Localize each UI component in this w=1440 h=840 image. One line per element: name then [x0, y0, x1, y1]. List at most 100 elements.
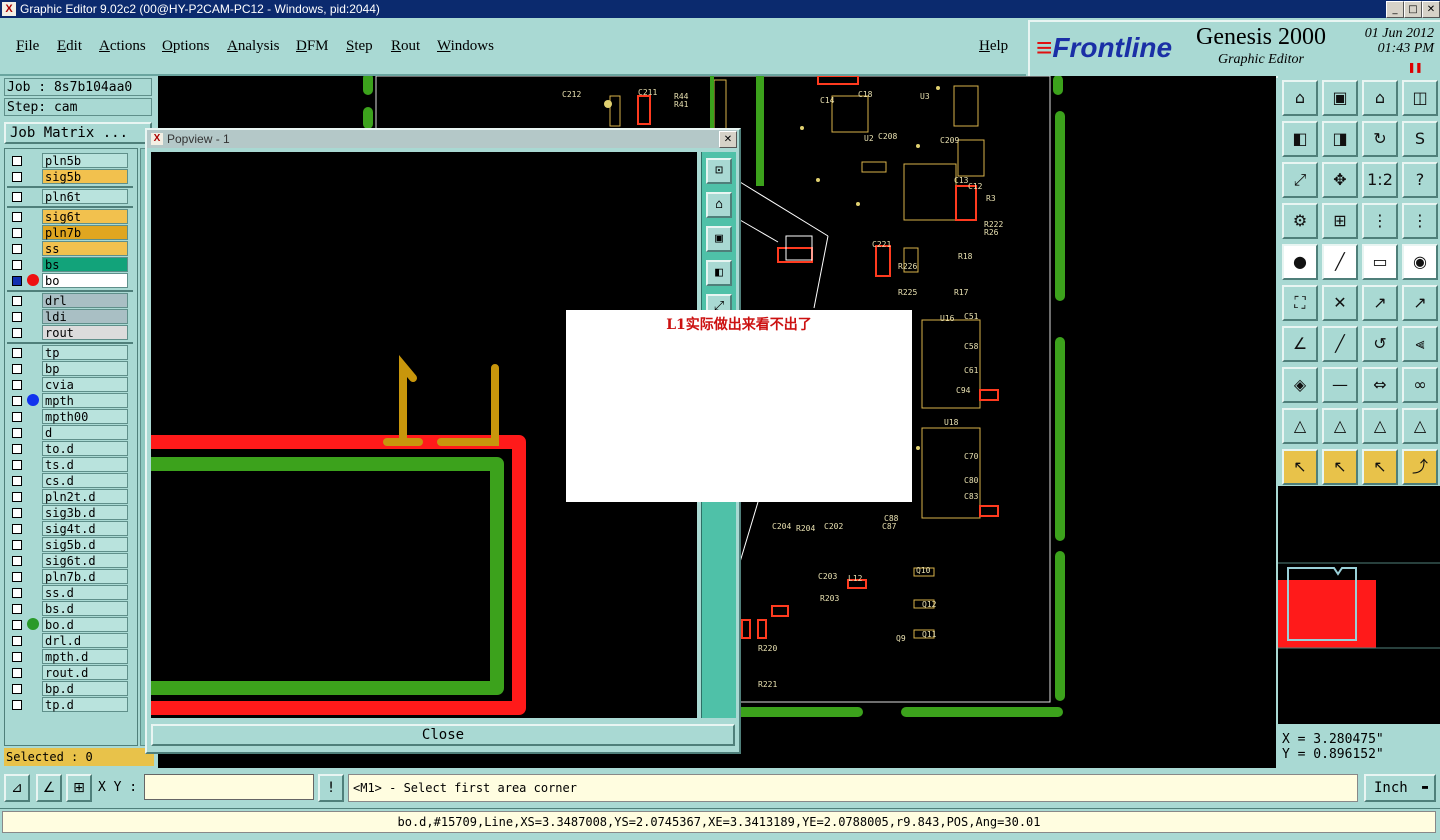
layer-checkbox[interactable] [12, 492, 22, 502]
layer-checkbox[interactable] [12, 700, 22, 710]
layer-list[interactable]: pln5b sig5b pln6t sig6t pln7b ss bs bo drl ldi rou… [4, 148, 138, 746]
job-matrix-button[interactable]: Job Matrix ... [4, 122, 152, 144]
layer-name[interactable]: cs.d [42, 473, 128, 488]
layer-row[interactable]: pln2t.d [7, 489, 129, 504]
layer-row[interactable]: to.d [7, 441, 129, 456]
snap-corner-icon[interactable]: ⊿ [4, 774, 30, 802]
layer-name[interactable]: cvia [42, 377, 128, 392]
copy-icon[interactable]: ↗ [1402, 285, 1438, 321]
snap-angle-icon[interactable]: ∠ [36, 774, 62, 802]
layer-row[interactable]: rout.d [7, 665, 129, 680]
popview-close-icon[interactable]: ✕ [719, 131, 737, 148]
layer-row[interactable]: bp [7, 361, 129, 376]
layer-color-dot[interactable] [27, 618, 39, 630]
layer-name[interactable]: bo [42, 273, 128, 288]
maximize-button[interactable]: □ [1404, 1, 1422, 18]
minimize-button[interactable]: _ [1386, 1, 1404, 18]
layer-name[interactable]: mpth00 [42, 409, 128, 424]
triangle-4-icon[interactable]: △ [1402, 408, 1438, 444]
layer-checkbox[interactable] [12, 428, 22, 438]
pointer-box-icon[interactable]: ↖ [1322, 449, 1358, 485]
menu-edit[interactable]: Edit [57, 38, 82, 55]
layer-row[interactable]: tp.d [7, 697, 129, 712]
layer-name[interactable]: ss [42, 241, 128, 256]
layer-checkbox[interactable] [12, 604, 22, 614]
pause-icon[interactable]: ❚❚ [1408, 60, 1422, 74]
layer-checkbox[interactable] [12, 212, 22, 222]
layer-name[interactable]: pln7b.d [42, 569, 128, 584]
layer-row[interactable]: rout [7, 325, 129, 340]
layer-checkbox[interactable] [12, 296, 22, 306]
layer-checkbox[interactable] [12, 156, 22, 166]
triangle-2-icon[interactable]: △ [1322, 408, 1358, 444]
layer-row[interactable]: drl [7, 293, 129, 308]
layer-checkbox[interactable] [12, 364, 22, 374]
layer-row[interactable]: bo.d [7, 617, 129, 632]
draw-line-icon[interactable]: ╱ [1322, 244, 1358, 280]
layer-checkbox[interactable] [12, 260, 22, 270]
layer-checkbox[interactable] [12, 380, 22, 390]
layer-name[interactable]: pln5b [42, 153, 128, 168]
layer-name[interactable]: sig4t.d [42, 521, 128, 536]
menu-file[interactable]: File [16, 38, 39, 55]
menu-rout[interactable]: Rout [391, 38, 420, 55]
pointer-diamond-icon[interactable]: ↖ [1362, 449, 1398, 485]
layer-row[interactable]: bs.d [7, 601, 129, 616]
triangle-1-icon[interactable]: △ [1282, 408, 1318, 444]
popview-window-icon[interactable]: ▣ [706, 226, 732, 252]
layer-name[interactable]: mpth [42, 393, 128, 408]
triangle-3-icon[interactable]: △ [1362, 408, 1398, 444]
layer-name[interactable]: bp.d [42, 681, 128, 696]
layer-checkbox[interactable] [12, 524, 22, 534]
popview-close-button[interactable]: Close [151, 724, 735, 746]
layer-name[interactable]: tp [42, 345, 128, 360]
layer-row[interactable]: cvia [7, 377, 129, 392]
popview-home-icon[interactable]: ⌂ [706, 192, 732, 218]
layer-row[interactable]: ts.d [7, 457, 129, 472]
menu-analysis[interactable]: Analysis [227, 38, 280, 55]
layer-checkbox[interactable] [12, 556, 22, 566]
measure-icon[interactable]: ⇔ [1362, 367, 1398, 403]
mirror-icon[interactable]: ⫷ [1402, 326, 1438, 362]
layer-name[interactable]: bs.d [42, 601, 128, 616]
layer-row[interactable]: drl.d [7, 633, 129, 648]
layer-row[interactable]: sig5b [7, 169, 129, 184]
scale-1-2-icon[interactable]: 1:2 [1362, 162, 1398, 198]
layer-row[interactable]: tp [7, 345, 129, 360]
grid-icon[interactable]: ⊞ [1322, 203, 1358, 239]
layer-checkbox[interactable] [12, 396, 22, 406]
layer-name[interactable]: sig6t [42, 209, 128, 224]
layer-checkbox[interactable] [12, 636, 22, 646]
pan-right-icon[interactable]: ◨ [1322, 121, 1358, 157]
menu-help[interactable]: Help [979, 38, 1008, 55]
layer-checkbox[interactable] [12, 668, 22, 678]
layer-row[interactable]: sig4t.d [7, 521, 129, 536]
fit-icon[interactable]: ⤢ [1282, 162, 1318, 198]
layer-checkbox[interactable] [12, 508, 22, 518]
snap-grid-icon[interactable]: ⊞ [66, 774, 92, 802]
layer-row[interactable]: pln7b.d [7, 569, 129, 584]
pointer-icon[interactable]: ↖ [1282, 449, 1318, 485]
units-select[interactable]: Inch ▬ [1364, 774, 1436, 802]
layer-row[interactable]: bp.d [7, 681, 129, 696]
popview-zoom-icon[interactable]: ⊡ [706, 158, 732, 184]
layer-checkbox[interactable] [12, 652, 22, 662]
net-icon[interactable]: ⋮ [1402, 203, 1438, 239]
layer-name[interactable]: bs [42, 257, 128, 272]
help-icon[interactable]: ? [1402, 162, 1438, 198]
minus-icon[interactable]: — [1322, 367, 1358, 403]
layer-row[interactable]: sig5b.d [7, 537, 129, 552]
layer-name[interactable]: tp.d [42, 697, 128, 712]
overview-map[interactable] [1278, 486, 1440, 724]
layer-name[interactable]: rout [42, 325, 128, 340]
layer-color-dot[interactable] [27, 394, 39, 406]
layer-name[interactable]: d [42, 425, 128, 440]
layer-name[interactable]: pln2t.d [42, 489, 128, 504]
layer-row[interactable]: pln6t [7, 189, 129, 204]
tools-icon[interactable]: ⚙ [1282, 203, 1318, 239]
layer-checkbox[interactable] [12, 228, 22, 238]
traffic-icon[interactable]: ⋮ [1362, 203, 1398, 239]
layer-row[interactable]: pln7b [7, 225, 129, 240]
layer-name[interactable]: rout.d [42, 665, 128, 680]
layer-checkbox[interactable] [12, 328, 22, 338]
